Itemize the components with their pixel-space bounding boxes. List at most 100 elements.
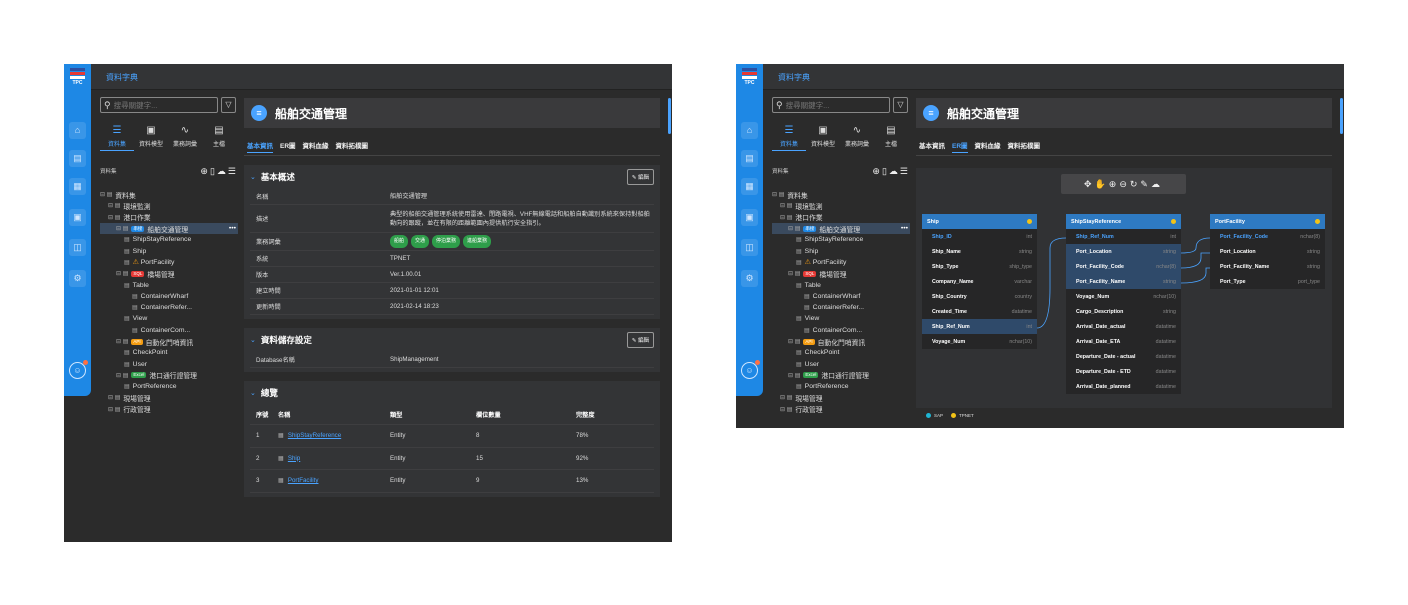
tree-node[interactable]: ▤ User xyxy=(772,358,910,369)
tree-node[interactable]: ▤ CheckPoint xyxy=(100,347,238,358)
filter-icon[interactable]: ▽ xyxy=(893,97,908,113)
tree-node[interactable]: ⊟ ▤ 資料集 xyxy=(100,189,238,200)
tree-node[interactable]: ⊟ ▤ 現場管理 xyxy=(772,392,910,403)
chevron-down-icon[interactable]: ⌄ xyxy=(250,173,256,181)
gear-icon[interactable]: ⚙ xyxy=(69,270,86,287)
er-diagram[interactable]: ✥✋⊕⊖↻✎☁ Ship Ship_ID int Ship_Name string Shi… xyxy=(916,168,1332,422)
tree-node[interactable]: ⊟ ▤ 資料集 xyxy=(772,189,910,200)
entity-field[interactable]: Port_Type port_type xyxy=(1210,274,1325,289)
tree-node[interactable]: ▤ ⚠ PortFacility xyxy=(772,257,910,268)
search-input[interactable] xyxy=(785,100,881,110)
detail-tab[interactable]: 資料拓樸圖 xyxy=(336,140,369,155)
category-tab[interactable]: ▤ 主檔 xyxy=(202,125,236,151)
document-icon[interactable]: ▣ xyxy=(741,209,758,226)
more-icon[interactable]: ••• xyxy=(901,225,908,232)
entity-field[interactable]: Departure_Date - actual datatime xyxy=(1066,349,1181,364)
home-icon[interactable]: ⌂ xyxy=(741,122,758,139)
entity-field[interactable]: Ship_Country country xyxy=(922,289,1037,304)
tree-node[interactable]: ⊟ ▤ API 自動化門哨資訊 xyxy=(772,336,910,347)
entity-field[interactable]: Voyage_Num nchar(10) xyxy=(922,334,1037,349)
chevron-down-icon[interactable]: ⌄ xyxy=(250,389,256,397)
entity-field[interactable]: Company_Name varchar xyxy=(922,274,1037,289)
tree-node[interactable]: ⊟ ▤ 行政管理 xyxy=(772,404,910,415)
term-chip[interactable]: 交通 xyxy=(411,235,430,248)
tree-node[interactable]: ▤ ContainerRefer... xyxy=(100,302,238,313)
category-tab[interactable]: ▣ 資料模型 xyxy=(134,125,168,151)
tree-node[interactable]: ⊟ ▤ Excel 港口通行證管理 xyxy=(100,370,238,381)
detail-tab[interactable]: 基本資訊 xyxy=(919,140,945,155)
tree-node[interactable]: ▤ PortReference xyxy=(100,381,238,392)
book-icon[interactable]: ▤ xyxy=(741,150,758,167)
trash-icon[interactable]: ▯ xyxy=(882,166,889,176)
detail-tab[interactable]: 基本資訊 xyxy=(247,140,273,153)
tree-node[interactable]: ⊟ ▤ 現場管理 xyxy=(100,392,238,403)
entity-field[interactable]: Ship_Name string xyxy=(922,244,1037,259)
tree-node[interactable]: ⊟ ▤ 港口作業 xyxy=(100,212,238,223)
category-tab[interactable]: ▤ 主檔 xyxy=(874,125,908,151)
detail-tab[interactable]: 資料血緣 xyxy=(303,140,329,155)
er-entity[interactable]: PortFacility Port_Facility_Code nchar(8) Po… xyxy=(1210,214,1325,289)
book-icon[interactable]: ▤ xyxy=(69,150,86,167)
detail-tab[interactable]: ER圖 xyxy=(952,140,968,153)
tree-node[interactable]: ▤ ⚠ PortFacility xyxy=(100,257,238,268)
tree-node[interactable]: ⊟ ▤ SQL 橋場管理 xyxy=(772,268,910,279)
entity-field[interactable]: Port_Facility_Code nchar(8) xyxy=(1066,259,1181,274)
add-icon[interactable]: ⊕ xyxy=(200,166,210,176)
open-book-icon[interactable]: ◫ xyxy=(69,239,86,256)
entity-field[interactable]: Ship_ID int xyxy=(922,229,1037,244)
category-tab[interactable]: ∿ 業務詞彙 xyxy=(840,125,874,151)
entity-link[interactable]: Ship xyxy=(288,455,300,462)
database-icon[interactable]: ▦ xyxy=(69,178,86,195)
entity-link[interactable]: ShipStayReference xyxy=(288,432,341,439)
tree-node[interactable]: ⊟ ▤ 行政管理 xyxy=(100,404,238,415)
category-tab[interactable]: ☰ 資料集 xyxy=(100,125,134,151)
entity-field[interactable]: Ship_Type ship_type xyxy=(922,259,1037,274)
tree-node[interactable]: ▤ View xyxy=(100,313,238,324)
category-tab[interactable]: ☰ 資料集 xyxy=(772,125,806,151)
entity-field[interactable]: Arrival_Date_ETA datatime xyxy=(1066,334,1181,349)
tree-node[interactable]: ▤ PortReference xyxy=(772,381,910,392)
tree-node[interactable]: ⊟ ▤ 串接 船舶交通管理 ••• xyxy=(772,222,910,235)
entity-field[interactable]: Port_Location string xyxy=(1066,244,1181,259)
tree-node[interactable]: ⊟ ▤ SQL 橋場管理 xyxy=(100,268,238,279)
chevron-down-icon[interactable]: ⌄ xyxy=(250,336,256,344)
term-chip[interactable]: 船舶 xyxy=(390,235,409,248)
tree-node[interactable]: ⊟ ▤ Excel 港口通行證管理 xyxy=(772,370,910,381)
tree-node[interactable]: ▤ Ship xyxy=(100,245,238,256)
settings-icon[interactable]: ☰ xyxy=(900,166,910,176)
tree-node[interactable]: ▤ ContainerRefer... xyxy=(772,302,910,313)
tree-node[interactable]: ▤ User xyxy=(100,358,238,369)
entity-field[interactable]: Port_Facility_Code nchar(8) xyxy=(1210,229,1325,244)
tree-node[interactable]: ▤ CheckPoint xyxy=(772,347,910,358)
tree-node[interactable]: ▤ Table xyxy=(100,279,238,290)
filter-icon[interactable]: ▽ xyxy=(221,97,236,113)
scrollbar[interactable] xyxy=(1340,98,1343,134)
edit-overview-button[interactable]: ✎ 編輯 xyxy=(626,169,654,185)
detail-tab[interactable]: 資料拓樸圖 xyxy=(1008,140,1041,155)
category-tab[interactable]: ∿ 業務詞彙 xyxy=(168,125,202,151)
tree-node[interactable]: ▤ Ship xyxy=(772,245,910,256)
tree-node[interactable]: ▤ ContainerCom... xyxy=(100,325,238,336)
entity-field[interactable]: Port_Location string xyxy=(1210,244,1325,259)
detail-tab[interactable]: 資料血緣 xyxy=(975,140,1001,155)
entity-field[interactable]: Arrival_Date_planned datatime xyxy=(1066,379,1181,394)
cloud-icon[interactable]: ☁ xyxy=(217,166,228,176)
term-chip[interactable]: 進船業務 xyxy=(463,235,492,248)
entity-field[interactable]: Departure_Date - ETD datatime xyxy=(1066,364,1181,379)
more-icon[interactable]: ••• xyxy=(229,225,236,232)
entity-field[interactable]: Ship_Ref_Num int xyxy=(1066,229,1181,244)
trash-icon[interactable]: ▯ xyxy=(210,166,217,176)
entity-field[interactable]: Cargo_Description string xyxy=(1066,304,1181,319)
er-entity[interactable]: ShipStayReference Ship_Ref_Num int Port_Loc… xyxy=(1066,214,1181,394)
entity-field[interactable]: Port_Facility_Name string xyxy=(1210,259,1325,274)
entity-field[interactable]: Voyage_Num nchar(10) xyxy=(1066,289,1181,304)
document-icon[interactable]: ▣ xyxy=(69,209,86,226)
tree-node[interactable]: ▤ ShipStayReference xyxy=(100,234,238,245)
add-icon[interactable]: ⊕ xyxy=(872,166,882,176)
edit-storage-button[interactable]: ✎ 編輯 xyxy=(626,332,654,348)
home-icon[interactable]: ⌂ xyxy=(69,122,86,139)
tree-node[interactable]: ▤ View xyxy=(772,313,910,324)
settings-icon[interactable]: ☰ xyxy=(228,166,238,176)
database-icon[interactable]: ▦ xyxy=(741,178,758,195)
entity-field[interactable]: Created_Time datatime xyxy=(922,304,1037,319)
